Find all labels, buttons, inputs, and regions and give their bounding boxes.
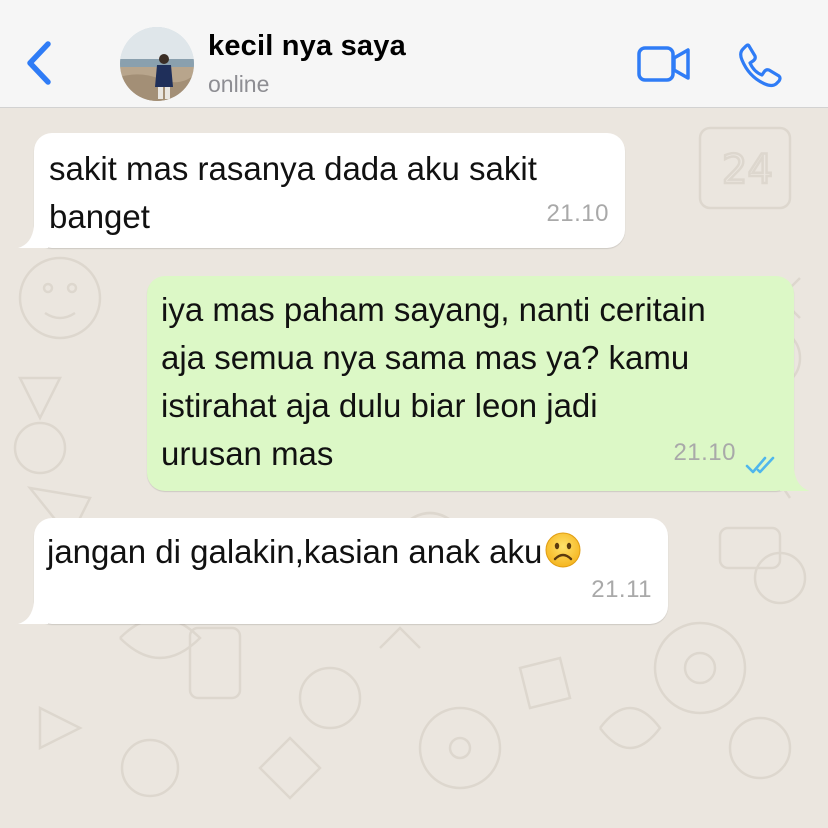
message-time: 21.10 <box>673 439 736 466</box>
video-call-icon <box>637 46 690 82</box>
bubble-tail <box>18 602 48 624</box>
incoming-message[interactable]: jangan di galakin,kasian anak aku 21.11 <box>18 518 668 624</box>
message-time: 21.10 <box>546 200 609 227</box>
chevron-left-icon <box>27 41 51 85</box>
video-call-button[interactable] <box>636 44 692 84</box>
incoming-message[interactable]: sakit mas rasanya dada aku sakit banget … <box>18 133 625 248</box>
message-text-line: jangan di galakin,kasian anak aku <box>47 528 662 576</box>
voice-call-button[interactable] <box>737 42 783 88</box>
outgoing-message[interactable]: iya mas paham sayang, nanti ceritain aja… <box>147 276 810 491</box>
bubble-tail <box>18 226 48 248</box>
message-text: jangan di galakin,kasian anak aku <box>47 533 543 570</box>
message-time: 21.11 <box>591 576 652 603</box>
back-button[interactable] <box>22 38 56 88</box>
double-check-read-icon <box>745 456 775 474</box>
chat-header: kecil nya saya online <box>0 0 828 108</box>
contact-avatar[interactable] <box>120 27 194 101</box>
avatar-photo <box>120 27 194 101</box>
frowning-face-emoji <box>545 532 581 568</box>
contact-name[interactable]: kecil nya saya <box>208 30 406 63</box>
contact-status: online <box>208 71 270 97</box>
message-text: sakit mas rasanya dada aku sakit banget <box>49 150 537 235</box>
phone-call-icon <box>739 43 782 88</box>
svg-text:24: 24 <box>722 147 773 193</box>
